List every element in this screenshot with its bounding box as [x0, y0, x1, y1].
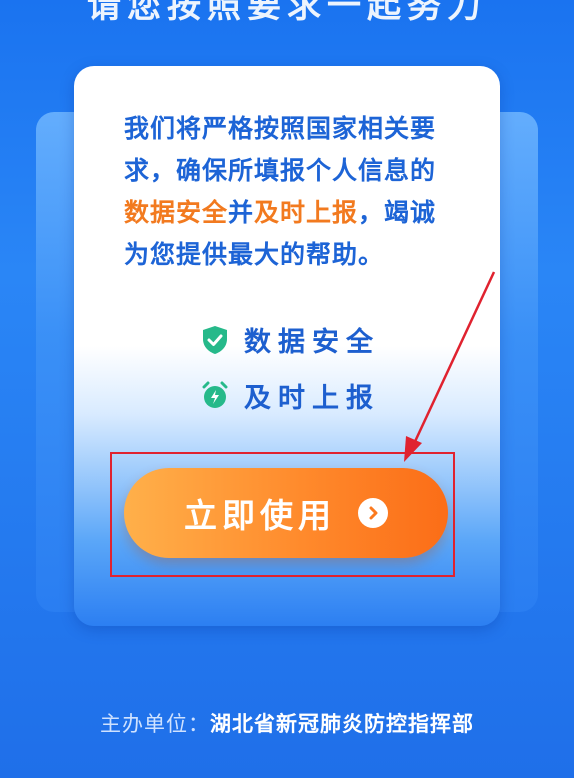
intro-text: 我们将严格按照国家相关要 求，确保所填报个人信息的 数据安全并及时上报，竭诚 为… [124, 108, 484, 276]
use-now-label: 立即使用 [184, 496, 336, 535]
intro-line-4: 为您提供最大的帮助。 [124, 240, 385, 269]
footer-organizer: 湖北省新冠肺炎防控指挥部 [210, 712, 474, 736]
page-title: 请您按照要求一起努力 [87, 0, 487, 26]
feature-label: 数据安全 [244, 327, 380, 358]
highlight-timely-report: 及时上报 [254, 198, 359, 227]
intro-line-3: 数据安全并及时上报，竭诚 [124, 192, 484, 234]
highlight-data-security: 数据安全 [124, 198, 229, 227]
footer-prefix: 主办单位： [100, 712, 210, 736]
use-now-button[interactable]: 立即使用 [124, 468, 448, 558]
feature-label: 及时上报 [244, 383, 380, 414]
alarm-clock-lightning-icon [200, 381, 230, 411]
feature-data-security: 数据安全 [200, 320, 380, 359]
shield-check-icon [200, 325, 230, 355]
feature-timely-report: 及时上报 [200, 376, 380, 415]
intro-line-2: 求，确保所填报个人信息的 [124, 156, 437, 185]
chevron-right-circle-icon [358, 498, 388, 528]
footer: 主办单位：湖北省新冠肺炎防控指挥部 [0, 708, 574, 738]
intro-connector: 并 [228, 198, 255, 227]
intro-rest: ，竭诚 [358, 198, 437, 227]
intro-line-1: 我们将严格按照国家相关要 [124, 114, 437, 143]
